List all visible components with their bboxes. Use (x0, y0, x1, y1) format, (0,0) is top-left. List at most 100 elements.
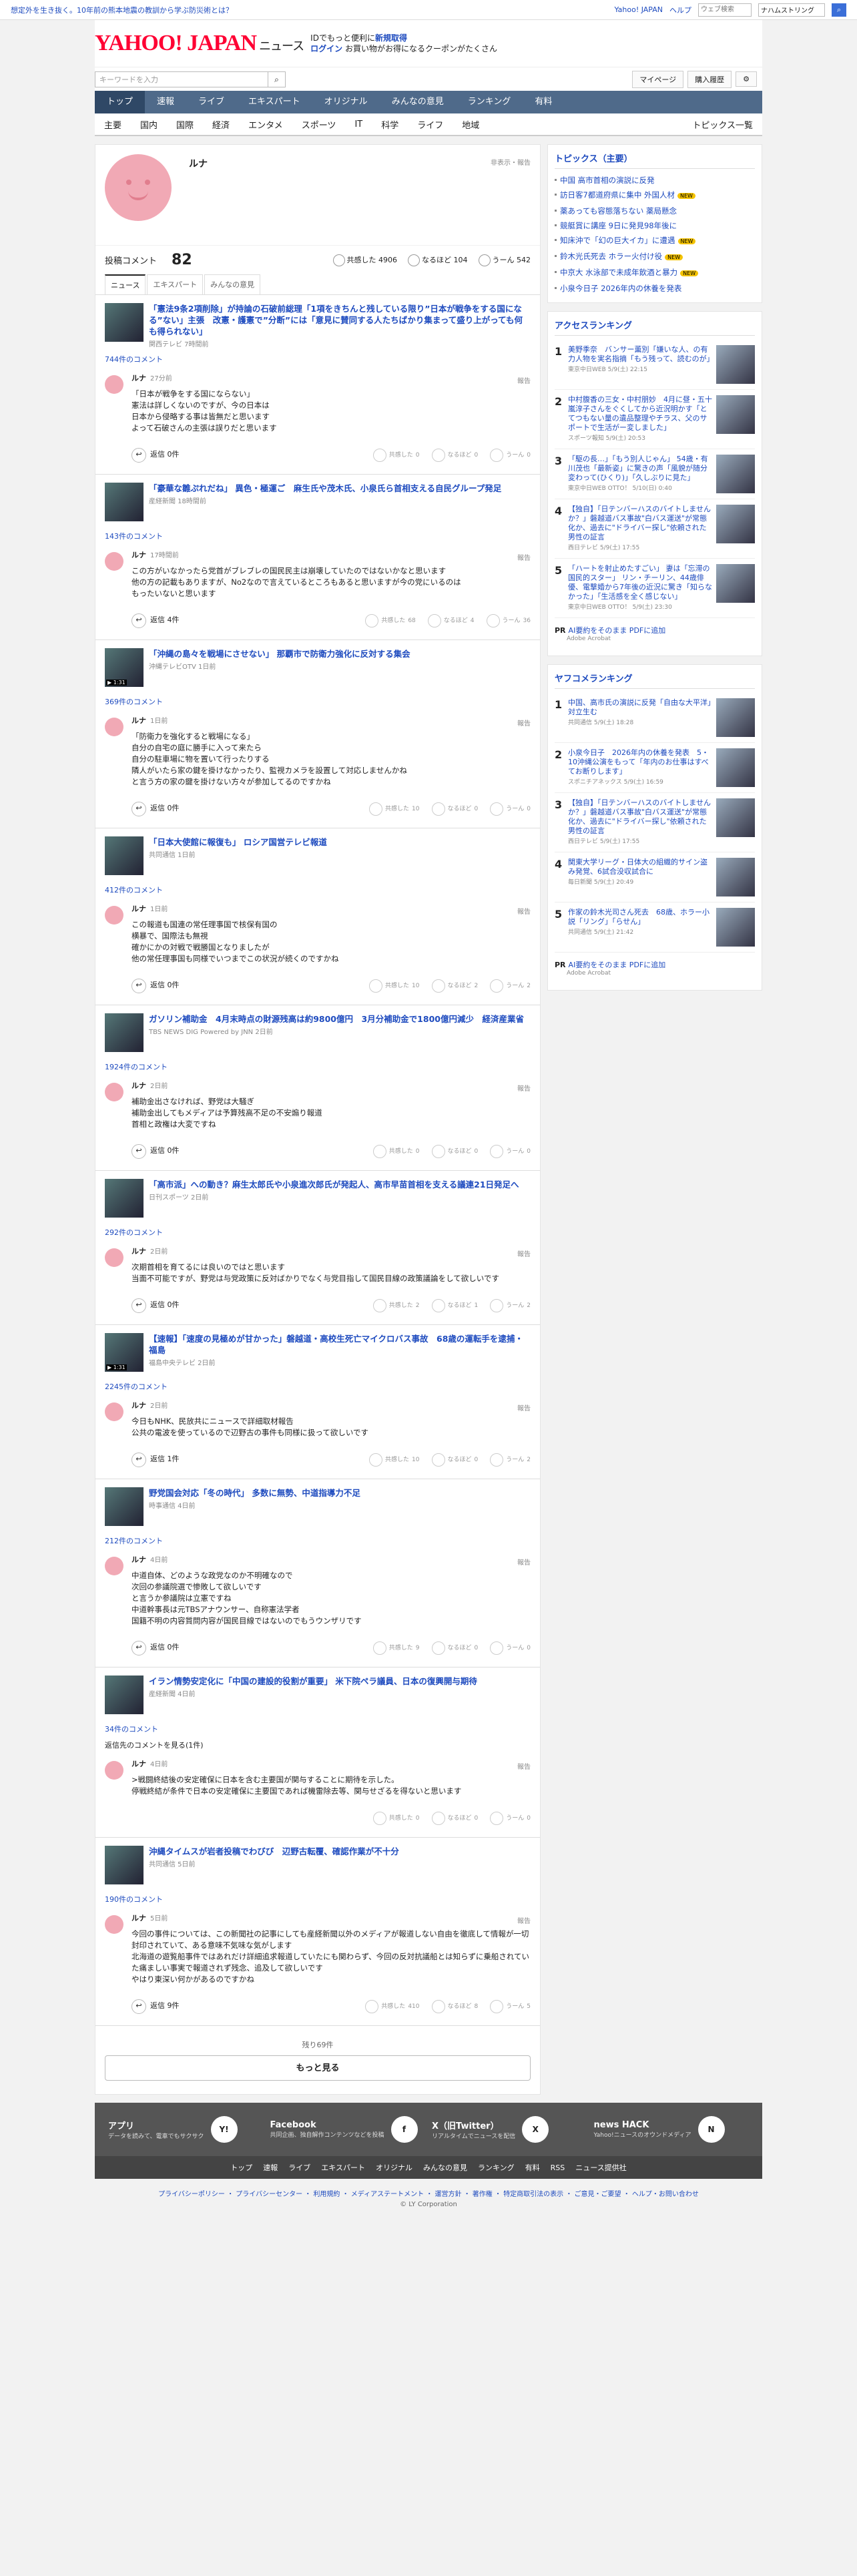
footer-nav-item[interactable]: ニュース提供社 (575, 2162, 626, 2173)
gear-icon[interactable]: ⚙ (736, 71, 757, 87)
ranking-title[interactable]: 【独自】「日テンバーハスのバイトしませんか？」磐越道バス事故"白バス運送"が常態… (568, 798, 712, 836)
ranking-item[interactable]: 2 小泉今日子 2026年内の休養を発表 5・10沖縄公演をもって「年内のお仕事は… (555, 743, 755, 793)
ranking-item[interactable]: 1 中国、高市氏の演説に反発「自由な大平洋」対立生む 共同通信 5/9(土) 18:… (555, 693, 755, 743)
ranking-item[interactable]: 1 美野季奈 バンサー薫別「嫌いな人、の有力人物を実名指摘「もう残って、読むのが」… (555, 340, 755, 390)
signup-link[interactable]: 新規取得 (375, 33, 407, 43)
ranking-title[interactable]: 「ハートを射止めたすごい」 妻は「忘滞の国民的スター」 リン・チーリン、44歳俳… (568, 564, 712, 601)
yahoo-japan-link[interactable]: Yahoo! JAPAN (614, 5, 663, 14)
topic-item[interactable]: 競艇賞に講座 9日に発見98年後に (555, 218, 755, 233)
reaction-button[interactable]: なるほど 2 (431, 979, 478, 993)
reaction-button[interactable]: 共感した 10 (369, 979, 420, 993)
reply-button[interactable]: 返信 0件 (131, 802, 180, 816)
article-title[interactable]: ガソリン補助金 4月末時点の財源残高は約9800億円 3月分補助金で1800億円… (149, 1013, 524, 1025)
comment-count-link[interactable]: 292件のコメント (105, 1227, 531, 1238)
ranking-title[interactable]: 美野季奈 バンサー薫別「嫌いな人、の有力人物を実名指摘「もう残って、読むのが」 (568, 345, 714, 364)
nav-breaking[interactable]: 速報 (145, 91, 186, 113)
help-link[interactable]: ヘルプ (669, 5, 691, 15)
reply-button[interactable]: 返信 0件 (131, 1144, 180, 1159)
reaction-button[interactable]: 共感した 0 (372, 449, 420, 462)
ranking-title[interactable]: 小泉今日子 2026年内の休養を発表 5・10沖縄公演をもって「年内のお仕事はす… (568, 748, 712, 776)
reaction-button[interactable]: うーん 0 (490, 1145, 531, 1158)
comment-author[interactable]: ルナ (131, 1760, 146, 1768)
footer-nav-item[interactable]: エキスパート (321, 2162, 365, 2173)
reply-button[interactable]: 返信 4件 (131, 613, 180, 628)
report-link[interactable]: 報告 (517, 552, 531, 562)
subnav-item[interactable]: 科学 (372, 118, 408, 131)
article-link[interactable]: 沖縄タイムスが岩者投稿でわびび 辺野古転覆、確認作業が不十分 共同通信 5日前 (105, 1846, 531, 1888)
comment-author[interactable]: ルナ (131, 716, 146, 725)
reaction-button[interactable]: うーん 36 (486, 614, 531, 627)
pr-ad[interactable]: PR AI要約をそのまま PDFに追加 Adobe Acrobat (555, 953, 755, 983)
reply-button[interactable]: 返信 0件 (131, 979, 180, 993)
query-box[interactable]: ナハムストリング (758, 3, 825, 17)
topics-list-link[interactable]: トピックス一覧 (683, 118, 762, 131)
comment-count-link[interactable]: 34件のコメント (105, 1724, 531, 1734)
article-title[interactable]: 沖縄タイムスが岩者投稿でわびび 辺野古転覆、確認作業が不十分 (149, 1846, 399, 1857)
footer-card-app[interactable]: アプリ データを読みて、電車でもサクサク Y! (108, 2116, 264, 2143)
report-link[interactable]: 報告 (517, 1402, 531, 1412)
reply-button[interactable]: 返信 0件 (131, 448, 180, 463)
subnav-item[interactable]: 主要 (95, 118, 131, 131)
search-icon[interactable]: ⌕ (832, 3, 846, 17)
topic-title[interactable]: 鈴木光氏死去 ホラー火付け役 (560, 252, 662, 261)
reaction-button[interactable]: なるほど 0 (431, 802, 478, 816)
topic-title[interactable]: 中国 高市首相の演説に反発 (560, 176, 655, 185)
article-title[interactable]: 「高市派」への動き？麻生太郎氏や小泉進次郎氏が発起人、高市早苗首相を支える議連2… (149, 1179, 519, 1190)
comment-count-link[interactable]: 1924件のコメント (105, 1061, 531, 1072)
yahoo-logo[interactable]: YAHOO! JAPAN ニュース (95, 31, 304, 56)
footer-nav-item[interactable]: ランキング (478, 2162, 515, 2173)
pr-ad[interactable]: PR AI要約をそのまま PDFに追加 Adobe Acrobat (555, 618, 755, 649)
reaction-button[interactable]: 共感した 9 (372, 1641, 420, 1655)
ranking-title[interactable]: 作家の鈴木光司さん死去 68歳、ホラー小説「リング」「らせん」 (568, 908, 712, 927)
subnav-item[interactable]: 経済 (203, 118, 239, 131)
footer-nav-item[interactable]: 速報 (263, 2162, 278, 2173)
hide-report-link[interactable]: 非表示・報告 (491, 157, 531, 167)
reaction-button[interactable]: なるほど 4 (427, 614, 475, 627)
comment-count-link[interactable]: 190件のコメント (105, 1894, 531, 1904)
subnav-item[interactable]: IT (345, 119, 372, 130)
subnav-item[interactable]: 国内 (131, 118, 167, 131)
reaction-button[interactable]: なるほど 0 (431, 1812, 478, 1825)
footer-nav-item[interactable]: みんなの意見 (423, 2162, 467, 2173)
ranking-item[interactable]: 3 「駆の長…」「もう別人じゃん」 54歳・有川茂也「最新姿」に驚きの声「風貌が随… (555, 449, 755, 499)
subnav-item[interactable]: ライフ (408, 118, 453, 131)
ranking-title[interactable]: 【独自】「日テンバーハスのバイトしませんか？」磐越道バス事故"白バス運送"が常態… (568, 505, 712, 542)
comment-author[interactable]: ルナ (131, 1081, 146, 1090)
comment-author[interactable]: ルナ (131, 1247, 146, 1256)
mypage-button[interactable]: マイページ (632, 70, 684, 88)
comment-count-link[interactable]: 2245件のコメント (105, 1381, 531, 1392)
reaction-button[interactable]: うーん 0 (490, 1641, 531, 1655)
subnav-item[interactable]: 国際 (167, 118, 203, 131)
reaction-button[interactable]: うーん 5 (490, 2000, 531, 2013)
topic-item[interactable]: 知床沖で「幻の巨大イカ」に遭遇 NEW (555, 233, 755, 249)
comment-author[interactable]: ルナ (131, 551, 146, 559)
topic-title[interactable]: 訪日客7都道府県に集中 外国人材 (560, 190, 675, 200)
article-link[interactable]: 「沖縄の島々を戦場にさせない」 那覇市で防衛力強化に反対する集会沖縄テレビOTV… (105, 648, 531, 691)
reaction-button[interactable]: なるほど 1 (431, 1299, 478, 1312)
footer-links[interactable]: プライバシーポリシー ・ プライバシーセンター ・ 利用規約 ・ メディアステー… (95, 2179, 762, 2201)
article-link[interactable]: 「日本大使館に報復も」 ロシア国営テレビ報道 共同通信 1日前 (105, 836, 531, 879)
article-link[interactable]: イラン情勢安定化に「中国の建設的役割が重要」 米下院ペラ議員、日本の復興開与期待… (105, 1676, 531, 1718)
subnav-item[interactable]: エンタメ (239, 118, 292, 131)
report-link[interactable]: 報告 (517, 718, 531, 728)
topic-title[interactable]: 小泉今日子 2026年内の休養を発表 (560, 284, 681, 293)
topic-item[interactable]: 訪日客7都道府県に集中 外国人材 NEW (555, 188, 755, 204)
subnav-item[interactable]: スポーツ (292, 118, 346, 131)
nav-top[interactable]: トップ (95, 91, 146, 113)
topic-title[interactable]: 中京大 水泳部で未成年飲酒と暴力 (560, 268, 677, 277)
reaction-button[interactable]: うーん 0 (490, 802, 531, 816)
footer-nav-item[interactable]: 有料 (525, 2162, 540, 2173)
article-link[interactable]: 「高市派」への動き？麻生太郎氏や小泉進次郎氏が発起人、高市早苗首相を支える議連2… (105, 1179, 531, 1222)
article-title[interactable]: 「日本大使館に報復も」 ロシア国営テレビ報道 (149, 836, 327, 848)
login-link[interactable]: ログイン (310, 44, 342, 53)
reaction-button[interactable]: うーん 2 (490, 1299, 531, 1312)
reply-button[interactable]: 返信 9件 (131, 1999, 180, 2014)
ranking-item[interactable]: 5 作家の鈴木光司さん死去 68歳、ホラー小説「リング」「らせん」 共同通信 5/9… (555, 903, 755, 953)
topic-title[interactable]: 競艇賞に講座 9日に発見98年後に (560, 221, 677, 230)
web-search-input[interactable] (698, 3, 752, 17)
nav-paid[interactable]: 有料 (523, 91, 564, 113)
report-link[interactable]: 報告 (517, 906, 531, 916)
reaction-button[interactable]: うーん 0 (490, 449, 531, 462)
article-title[interactable]: 野党国会対応「冬の時代」 多数に無勢、中道指導力不足 (149, 1487, 360, 1499)
report-link[interactable]: 報告 (517, 1083, 531, 1093)
